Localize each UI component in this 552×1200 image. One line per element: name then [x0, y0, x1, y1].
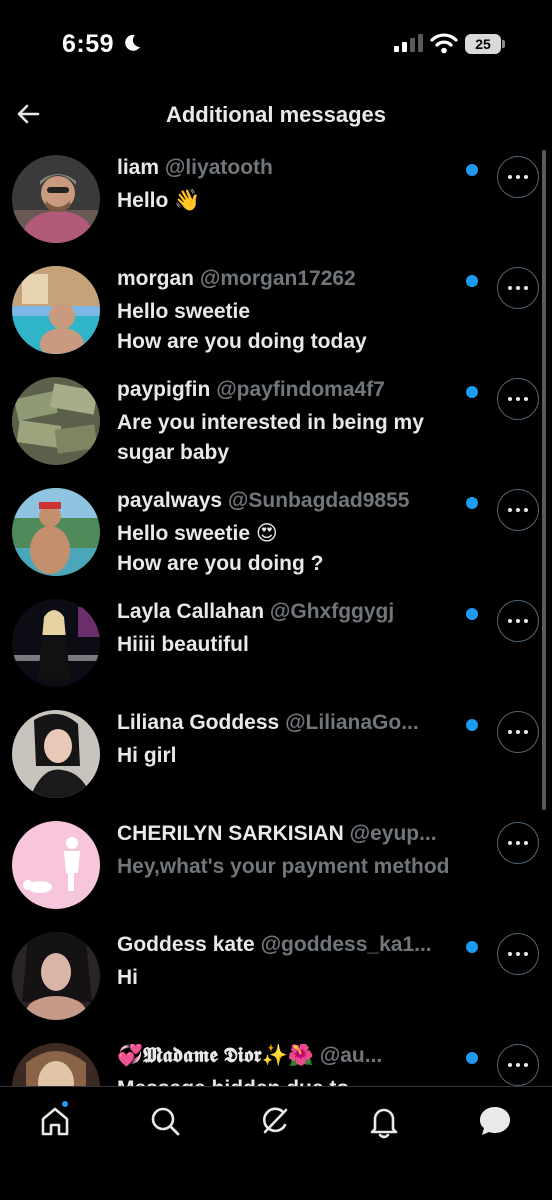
- more-options-button[interactable]: [497, 1044, 539, 1086]
- battery-icon: 25: [465, 34, 505, 54]
- sender-name: paypigfin: [117, 378, 211, 401]
- bell-icon[interactable]: [364, 1101, 404, 1141]
- message-preview: Hiiii beautiful: [117, 633, 249, 656]
- sender-handle: @payfindoma4f7: [216, 378, 385, 401]
- message-row[interactable]: liam @liyatooth Hello 👋: [0, 144, 552, 255]
- sender-line: CHERILYN SARKISIAN @eyup...: [117, 822, 457, 846]
- bottom-tab-bar: [0, 1086, 552, 1200]
- message-row[interactable]: Layla Callahan @Ghxfggygj Hiiii beautifu…: [0, 588, 552, 699]
- unread-dot: [466, 941, 478, 953]
- scrollbar[interactable]: [542, 150, 546, 810]
- avatar: [12, 1043, 100, 1086]
- avatar: [12, 377, 100, 465]
- unread-dot: [466, 497, 478, 509]
- moon-icon: [125, 34, 140, 51]
- sender-handle: @liyatooth: [164, 156, 273, 179]
- sender-name: 💞𝕸𝖆𝖉𝖆𝖒𝖊 𝕯𝖎𝖔𝖗✨🌺: [117, 1044, 314, 1067]
- unread-dot: [466, 608, 478, 620]
- more-options-button[interactable]: [497, 933, 539, 975]
- avatar: [12, 599, 100, 687]
- unread-dot: [466, 164, 478, 176]
- grok-icon[interactable]: [255, 1101, 295, 1141]
- message-row[interactable]: morgan @morgan17262 Hello sweetie How ar…: [0, 255, 552, 366]
- sender-handle: @Sunbagdad9855: [227, 489, 410, 512]
- sender-line: Goddess kate @goddess_ka1...: [117, 933, 457, 957]
- message-preview: Hello sweetie How are you doing today: [117, 300, 367, 353]
- message-preview: Are you interested in being my sugar bab…: [117, 411, 424, 464]
- message-row[interactable]: CHERILYN SARKISIAN @eyup... Hey,what's y…: [0, 810, 552, 921]
- home-notification-dot: [60, 1099, 70, 1109]
- message-row[interactable]: Goddess kate @goddess_ka1... Hi: [0, 921, 552, 1032]
- sender-handle: @Ghxfggygj: [269, 600, 395, 623]
- avatar: [12, 155, 100, 243]
- unread-dot: [466, 386, 478, 398]
- sender-name: Goddess kate: [117, 933, 255, 956]
- avatar: [12, 932, 100, 1020]
- message-request-list[interactable]: liam @liyatooth Hello 👋 morgan @morgan17…: [0, 144, 552, 1086]
- sender-name: CHERILYN SARKISIAN: [117, 822, 344, 845]
- sender-name: Liliana Goddess: [117, 711, 280, 734]
- message-row[interactable]: payalways @Sunbagdad9855 Hello sweetie 😍…: [0, 477, 552, 588]
- avatar: [12, 488, 100, 576]
- sender-handle: @goddess_ka1...: [260, 933, 432, 956]
- message-preview: Hello sweetie 😍 How are you doing ?: [117, 522, 324, 575]
- sender-line: morgan @morgan17262: [117, 267, 457, 291]
- more-options-button[interactable]: [497, 822, 539, 864]
- message-row[interactable]: 💞𝕸𝖆𝖉𝖆𝖒𝖊 𝕯𝖎𝖔𝖗✨🌺 @au... Message hidden due…: [0, 1032, 552, 1086]
- avatar: [12, 821, 100, 909]
- sender-name: liam: [117, 156, 160, 179]
- sender-handle: @au...: [319, 1044, 383, 1067]
- signal-icon: [394, 34, 423, 52]
- sender-line: 💞𝕸𝖆𝖉𝖆𝖒𝖊 𝕯𝖎𝖔𝖗✨🌺 @au...: [117, 1044, 457, 1068]
- sender-name: Layla Callahan: [117, 600, 265, 623]
- message-preview: Hello 👋: [117, 189, 201, 212]
- avatar: [12, 710, 100, 798]
- sender-line: paypigfin @payfindoma4f7: [117, 378, 457, 402]
- messages-icon[interactable]: [475, 1101, 515, 1141]
- status-bar: 6:59 25: [0, 0, 552, 92]
- sender-handle: @eyup...: [349, 822, 437, 845]
- sender-line: Liliana Goddess @LilianaGo...: [117, 711, 457, 735]
- sender-name: payalways: [117, 489, 223, 512]
- more-options-button[interactable]: [497, 156, 539, 198]
- sender-line: payalways @Sunbagdad9855: [117, 489, 457, 513]
- message-preview: Hi: [117, 966, 138, 989]
- unread-dot: [466, 1052, 478, 1064]
- unread-dot: [466, 275, 478, 287]
- message-preview: Message hidden due to: [117, 1074, 477, 1086]
- status-time: 6:59: [62, 30, 115, 58]
- page-title: Additional messages: [165, 102, 387, 127]
- message-row[interactable]: paypigfin @payfindoma4f7 Are you interes…: [0, 366, 552, 477]
- more-options-button[interactable]: [497, 378, 539, 420]
- search-icon[interactable]: [145, 1101, 185, 1141]
- sender-line: Layla Callahan @Ghxfggygj: [117, 600, 457, 624]
- message-preview: Hi girl: [117, 744, 177, 767]
- battery-level: 25: [465, 34, 501, 54]
- unread-dot: [466, 719, 478, 731]
- message-row[interactable]: Liliana Goddess @LilianaGo... Hi girl: [0, 699, 552, 810]
- more-options-button[interactable]: [497, 711, 539, 753]
- sender-handle: @morgan17262: [199, 267, 356, 290]
- sender-line: liam @liyatooth: [117, 156, 457, 180]
- header: Additional messages: [0, 92, 552, 142]
- avatar: [12, 266, 100, 354]
- sender-name: morgan: [117, 267, 195, 290]
- more-options-button[interactable]: [497, 600, 539, 642]
- more-options-button[interactable]: [497, 489, 539, 531]
- wifi-icon: [430, 33, 458, 54]
- more-options-button[interactable]: [497, 267, 539, 309]
- sender-handle: @LilianaGo...: [285, 711, 419, 734]
- message-preview: Hey,what's your payment method: [117, 855, 450, 878]
